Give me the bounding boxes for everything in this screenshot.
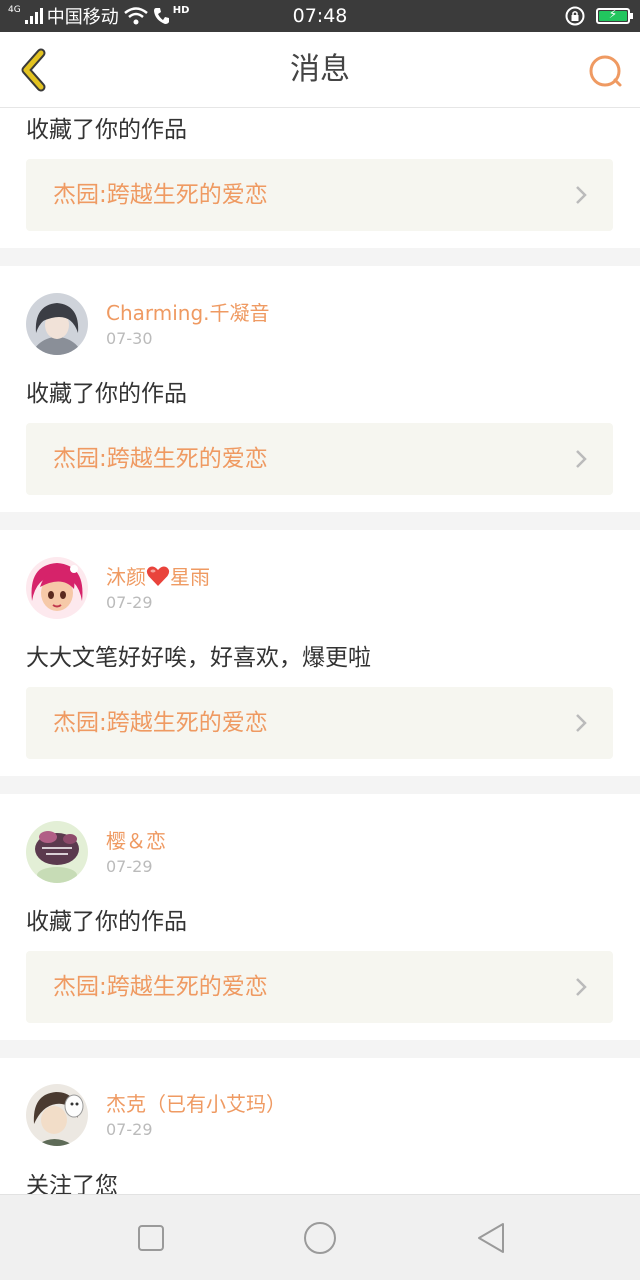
message-card: Charming.千凝音 07-30 收藏了你的作品 杰园:跨越生死的爱恋 bbox=[0, 266, 640, 512]
work-link[interactable]: 杰园:跨越生死的爱恋 bbox=[26, 951, 613, 1023]
divider bbox=[0, 248, 640, 266]
avatar[interactable] bbox=[26, 821, 88, 883]
message-list[interactable]: 收藏了你的作品 杰园:跨越生死的爱恋 Charming.千凝音 07-30 收藏… bbox=[0, 108, 640, 1194]
avatar[interactable] bbox=[26, 293, 88, 355]
home-button[interactable] bbox=[296, 1215, 344, 1261]
user-name-part2: 星雨 bbox=[170, 565, 210, 589]
message-date: 07-30 bbox=[106, 329, 153, 348]
avatar[interactable] bbox=[26, 1084, 88, 1146]
user-name[interactable]: 樱＆恋 bbox=[106, 825, 166, 854]
heart-icon bbox=[146, 566, 170, 586]
system-nav-bar bbox=[0, 1194, 640, 1280]
divider bbox=[0, 776, 640, 794]
chevron-right-icon bbox=[576, 186, 587, 204]
avatar-image bbox=[26, 1084, 88, 1146]
status-bar: 4G 中国移动 HD 07:48 ⚡ bbox=[0, 0, 640, 32]
work-title: 杰园:跨越生死的爱恋 bbox=[53, 974, 268, 1000]
chevron-right-icon bbox=[576, 714, 587, 732]
page-title: 消息 bbox=[290, 52, 350, 87]
user-name[interactable]: 杰克（已有小艾玛） bbox=[106, 1088, 286, 1117]
search-icon bbox=[589, 55, 622, 87]
avatar[interactable] bbox=[26, 557, 88, 619]
message-text: 收藏了你的作品 bbox=[26, 909, 187, 935]
user-name[interactable]: 沐颜 星雨 bbox=[106, 561, 210, 590]
back-nav-button[interactable] bbox=[467, 1215, 515, 1261]
status-right: ⚡ bbox=[564, 0, 633, 32]
message-text: 关注了您 bbox=[26, 1173, 118, 1194]
header: 消息 bbox=[0, 32, 640, 108]
work-title: 杰园:跨越生死的爱恋 bbox=[53, 182, 268, 208]
user-name-part1: 沐颜 bbox=[106, 565, 146, 589]
work-link[interactable]: 杰园:跨越生死的爱恋 bbox=[26, 159, 613, 231]
message-text: 收藏了你的作品 bbox=[26, 117, 187, 143]
divider bbox=[0, 1040, 640, 1058]
divider bbox=[0, 512, 640, 530]
avatar-image bbox=[26, 293, 88, 355]
message-date: 07-29 bbox=[106, 857, 153, 876]
work-link[interactable]: 杰园:跨越生死的爱恋 bbox=[26, 687, 613, 759]
square-icon bbox=[138, 1225, 164, 1251]
message-card: 杰克（已有小艾玛） 07-29 关注了您 bbox=[0, 1058, 640, 1194]
rotation-lock-icon bbox=[565, 6, 585, 26]
work-title: 杰园:跨越生死的爱恋 bbox=[53, 446, 268, 472]
avatar-image bbox=[26, 821, 88, 883]
message-text: 大大文笔好好唉，好喜欢，爆更啦 bbox=[26, 645, 371, 671]
triangle-back-icon bbox=[478, 1223, 504, 1253]
search-button[interactable] bbox=[586, 52, 626, 92]
circle-icon bbox=[304, 1222, 336, 1254]
user-row: 沐颜 星雨 07-29 bbox=[26, 557, 606, 619]
work-title: 杰园:跨越生死的爱恋 bbox=[53, 710, 268, 736]
message-text: 收藏了你的作品 bbox=[26, 381, 187, 407]
user-name[interactable]: Charming.千凝音 bbox=[106, 297, 270, 326]
message-card: 沐颜 星雨 07-29 大大文笔好好唉，好喜欢，爆更啦 杰园:跨越生死的爱恋 bbox=[0, 530, 640, 776]
work-link[interactable]: 杰园:跨越生死的爱恋 bbox=[26, 423, 613, 495]
chevron-right-icon bbox=[576, 450, 587, 468]
user-row: 樱＆恋 07-29 bbox=[26, 821, 606, 883]
message-date: 07-29 bbox=[106, 1120, 153, 1139]
recent-apps-button[interactable] bbox=[127, 1215, 175, 1261]
message-date: 07-29 bbox=[106, 593, 153, 612]
user-row: 杰克（已有小艾玛） 07-29 bbox=[26, 1084, 606, 1146]
avatar-image bbox=[26, 557, 88, 619]
chevron-right-icon bbox=[576, 978, 587, 996]
message-card: 收藏了你的作品 杰园:跨越生死的爱恋 bbox=[0, 108, 640, 248]
battery-icon: ⚡ bbox=[596, 7, 633, 24]
user-row: Charming.千凝音 07-30 bbox=[26, 293, 606, 355]
status-time: 07:48 bbox=[292, 5, 348, 27]
message-card: 樱＆恋 07-29 收藏了你的作品 杰园:跨越生死的爱恋 bbox=[0, 794, 640, 1040]
